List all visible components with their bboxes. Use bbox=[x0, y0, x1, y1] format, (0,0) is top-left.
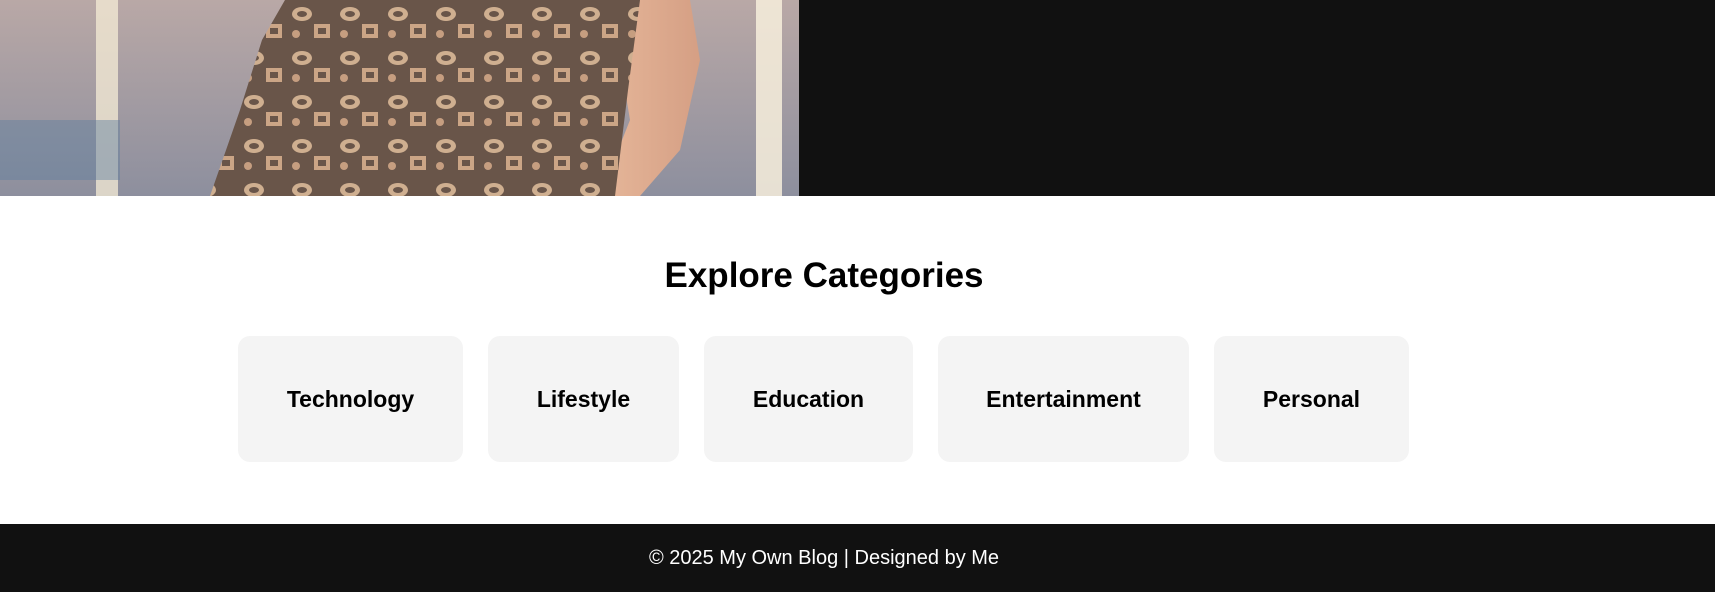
categories-section: Explore Categories Technology Lifestyle … bbox=[0, 196, 1715, 524]
hero-image bbox=[0, 0, 799, 196]
category-label: Lifestyle bbox=[536, 385, 631, 412]
category-card-lifestyle[interactable]: Lifestyle bbox=[488, 336, 679, 462]
category-label: Entertainment bbox=[986, 385, 1141, 412]
category-card-personal[interactable]: Personal bbox=[1214, 336, 1409, 462]
category-card-entertainment[interactable]: Entertainment bbox=[938, 336, 1189, 462]
category-card-technology[interactable]: Technology bbox=[238, 336, 463, 462]
category-label: Education bbox=[752, 385, 865, 412]
footer: © 2025 My Own Blog | Designed by Me bbox=[0, 524, 1715, 592]
page: Explore Categories Technology Lifestyle … bbox=[0, 0, 1715, 592]
category-card-education[interactable]: Education bbox=[704, 336, 913, 462]
category-label: Personal bbox=[1262, 385, 1361, 412]
hero-section bbox=[0, 0, 1715, 196]
footer-copyright: © 2025 My Own Blog | Designed by Me bbox=[648, 546, 1000, 569]
category-label: Technology bbox=[286, 385, 415, 412]
categories-title: Explore Categories bbox=[664, 256, 984, 295]
